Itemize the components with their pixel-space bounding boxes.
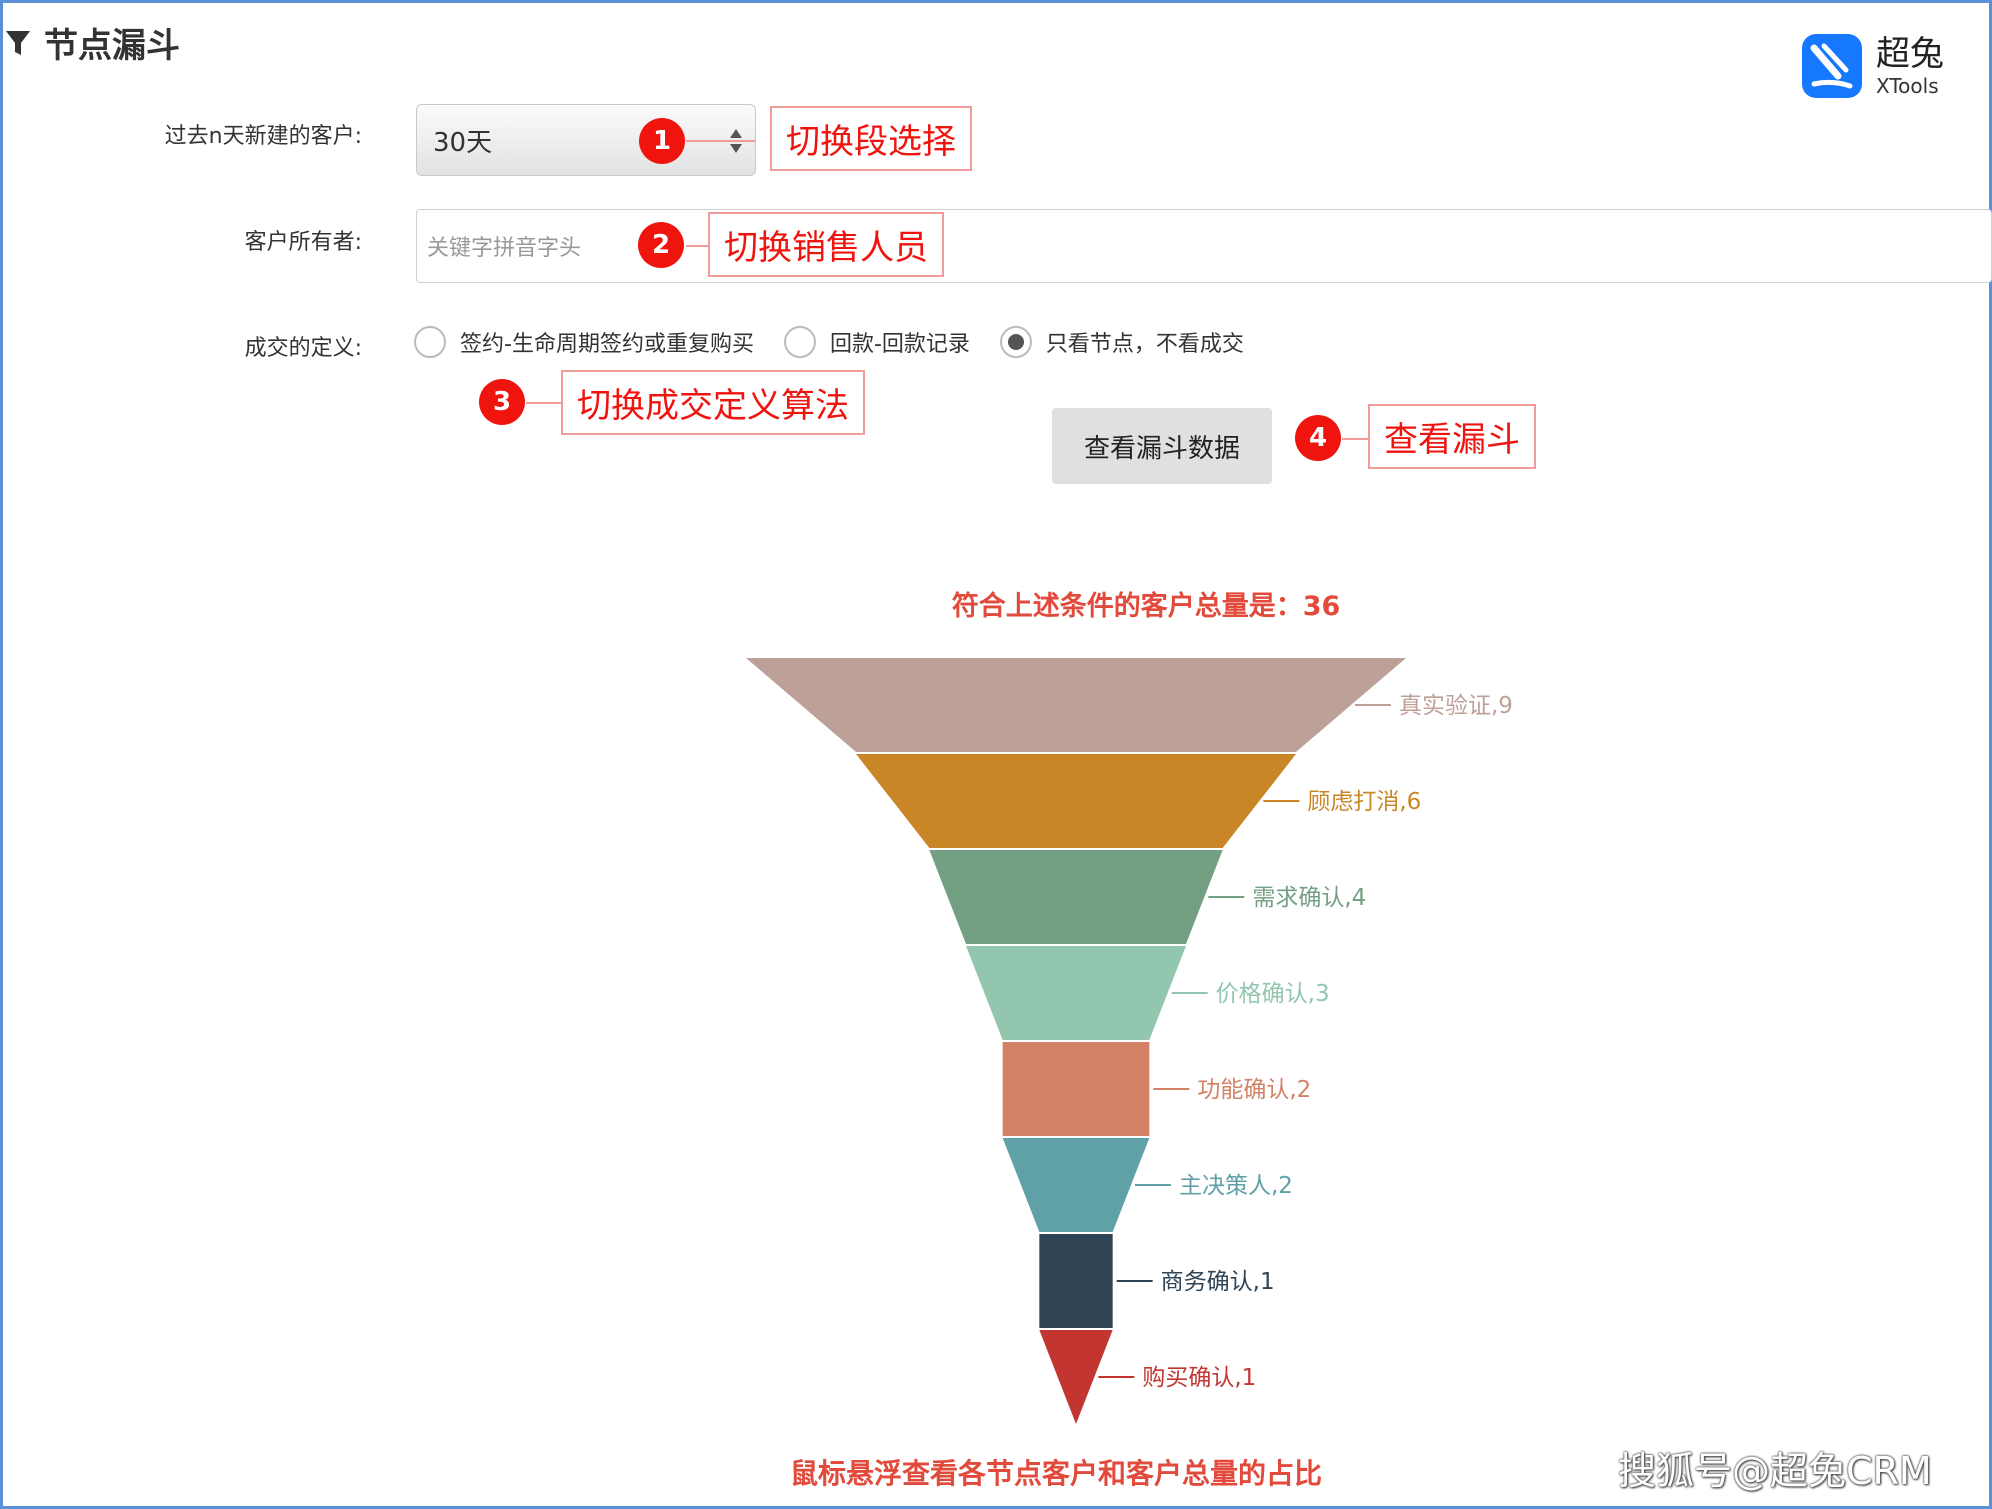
funnel-stage-label: 购买确认,1 — [1142, 1365, 1256, 1391]
funnel-stage-label: 真实验证,9 — [1399, 693, 1513, 719]
funnel-chart: 真实验证,9 顾虑打消,6 需求确认,4 价格确认,3 功能确认,2 主决策人,2 商务确认… — [746, 658, 1513, 1424]
funnel-stage-label: 功能确认,2 — [1197, 1077, 1311, 1103]
funnel-stage[interactable] — [929, 850, 1223, 944]
funnel-stage-label: 商务确认,1 — [1161, 1269, 1275, 1295]
funnel-stage-label: 价格确认,3 — [1216, 981, 1330, 1007]
funnel-stage[interactable] — [966, 946, 1186, 1040]
funnel-stage[interactable] — [856, 754, 1296, 848]
watermark: 搜狐号@超兔CRM — [1618, 1449, 1932, 1493]
funnel-stage[interactable] — [746, 658, 1406, 752]
funnel-stage-label: 顾虑打消,6 — [1307, 789, 1421, 815]
funnel-stage[interactable] — [1002, 1138, 1150, 1232]
funnel-stage[interactable] — [1039, 1234, 1113, 1328]
funnel-stage[interactable] — [1002, 1042, 1150, 1136]
funnel-stage-label: 需求确认,4 — [1252, 885, 1366, 911]
funnel-stage-label: 主决策人,2 — [1179, 1173, 1293, 1199]
